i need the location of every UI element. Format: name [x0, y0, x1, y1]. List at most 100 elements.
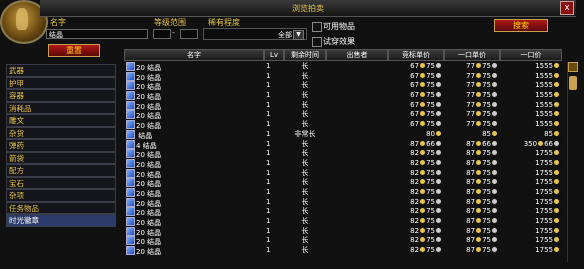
category-item[interactable]: 任务物品: [6, 201, 116, 214]
table-row[interactable]: 20 结晶 1 长 82 75 87 75 1755: [124, 187, 562, 198]
category-item[interactable]: 弹药: [6, 139, 116, 152]
table-row[interactable]: 20 结晶 1 长 82 75 87 75 1755: [124, 178, 562, 188]
table-row[interactable]: 20 结晶 1 长 82 75 87 75 1755: [124, 217, 562, 227]
buyout-each-price: 77 75: [446, 101, 498, 111]
table-row[interactable]: 20 结晶 1 长 67 75 77 75 1555: [124, 91, 562, 101]
silver-coin-icon: [436, 101, 441, 107]
silver-coin-icon: [436, 227, 441, 233]
silver-coin-icon: [554, 140, 559, 146]
name-search-input[interactable]: 结晶: [46, 29, 148, 39]
table-row[interactable]: 20 结晶 1 长 82 75 87 75 1755: [124, 207, 562, 217]
table-row[interactable]: 20 结晶 1 长 82 75 87 75 1755: [124, 168, 562, 179]
category-item[interactable]: 宝石: [6, 176, 116, 189]
buyout-each-price: 87 75: [446, 207, 498, 217]
bid-price: 67 75: [390, 101, 442, 111]
category-item[interactable]: 配方: [6, 164, 116, 177]
table-row[interactable]: 20 结晶 1 长 67 75 77 75 1555: [124, 110, 562, 120]
category-item[interactable]: 杂项: [6, 189, 116, 202]
silver-coin-icon: [436, 82, 441, 88]
chevron-down-icon[interactable]: ▼: [293, 30, 304, 40]
gold-coin-icon: [476, 247, 482, 253]
preview-checkbox[interactable]: [312, 37, 322, 47]
gold-coin-icon: [554, 101, 559, 107]
scrollbar[interactable]: [567, 62, 578, 262]
max-level-input[interactable]: [180, 29, 198, 39]
table-row[interactable]: 20 结晶 1 长 67 75 77 75 1555: [124, 62, 562, 72]
category-item[interactable]: 容器: [6, 89, 116, 102]
table-row[interactable]: 4 结晶 1 长 87 66 87 66 350 66: [124, 139, 562, 150]
col-name[interactable]: 名字: [124, 49, 264, 61]
table-row[interactable]: 20 结晶 1 长 82 75 87 75 1755: [124, 197, 562, 208]
item-level: 1: [266, 81, 271, 90]
col-level[interactable]: Lv: [264, 49, 284, 61]
col-buyout-each[interactable]: 一口单价: [444, 49, 500, 61]
category-item[interactable]: 时光徽章: [6, 214, 116, 227]
buyout-gold: 1555: [535, 100, 553, 109]
each-silver: 75: [482, 207, 491, 216]
table-row[interactable]: 20 结晶 1 长 67 75 77 75 1555: [124, 100, 562, 111]
table-row[interactable]: 20 结晶 1 长 67 75 77 75 1555: [124, 81, 562, 91]
bid-price: 67 75: [390, 62, 442, 72]
buyout-gold: 1755: [535, 197, 553, 206]
table-row[interactable]: 结晶 1 非常长 80 85 85: [124, 129, 562, 140]
item-level: 1: [266, 149, 271, 158]
each-silver: 75: [482, 62, 491, 70]
each-silver: 75: [482, 187, 491, 196]
col-seller[interactable]: 出售者: [326, 49, 388, 61]
item-level: 1: [266, 226, 271, 235]
table-row[interactable]: 20 结晶 1 长 82 75 87 75 1755: [124, 246, 562, 256]
category-item[interactable]: 护甲: [6, 76, 116, 89]
category-item[interactable]: 武器: [6, 64, 116, 77]
category-item[interactable]: 杂货: [6, 126, 116, 139]
gold-coin-icon: [420, 179, 426, 185]
rarity-dropdown[interactable]: 全部 ▼: [203, 28, 307, 40]
col-time-left[interactable]: 剩余时间: [284, 49, 326, 61]
table-row[interactable]: 20 结晶 1 长 82 75 87 75 1755: [124, 158, 562, 169]
buyout-each-price: 77 75: [446, 72, 498, 82]
gem-icon: [126, 207, 135, 217]
silver-coin-icon: [492, 198, 497, 204]
buyout-each-price: 87 75: [446, 188, 498, 198]
gold-coin-icon: [554, 169, 559, 175]
col-buyout[interactable]: 一口价: [500, 49, 562, 61]
bid-price: 82 75: [390, 246, 442, 256]
table-row[interactable]: 20 结晶 1 长 82 75 87 75 1755: [124, 226, 562, 237]
usable-checkbox[interactable]: [312, 22, 322, 32]
scroll-up-button[interactable]: [568, 62, 578, 72]
buyout-price: 1555: [502, 91, 560, 101]
bid-silver: 75: [426, 178, 435, 187]
table-row[interactable]: 20 结晶 1 长 67 75 77 75 1555: [124, 71, 562, 82]
item-level: 1: [266, 71, 271, 80]
category-item[interactable]: 箭袋: [6, 151, 116, 164]
each-silver: 75: [482, 197, 491, 206]
item-level: 1: [266, 139, 271, 148]
each-gold: 77: [466, 62, 476, 70]
search-button[interactable]: 搜索: [494, 19, 548, 32]
close-button[interactable]: x: [560, 1, 574, 15]
table-row[interactable]: 20 结晶 1 长 82 75 87 75 1755: [124, 149, 562, 159]
col-bid[interactable]: 竞标单价: [388, 49, 444, 61]
buyout-gold: 1555: [535, 81, 553, 90]
reset-button[interactable]: 重置: [48, 44, 100, 57]
time-left: 长: [301, 120, 309, 129]
table-row[interactable]: 20 结晶 1 长 82 75 87 75 1755: [124, 236, 562, 246]
time-left: 长: [301, 81, 309, 90]
bid-gold: 67: [410, 110, 420, 119]
gem-icon: [126, 217, 135, 226]
table-row[interactable]: 20 结晶 1 长 67 75 77 75 1555: [124, 120, 562, 130]
buyout-each-price: 87 75: [446, 159, 498, 169]
category-item[interactable]: 雕文: [6, 114, 116, 127]
gold-coin-icon: [420, 121, 426, 127]
bid-gold: 82: [410, 217, 420, 225]
buyout-gold: 1555: [535, 62, 553, 70]
scroll-thumb[interactable]: [569, 76, 577, 90]
gem-icon: [126, 197, 135, 207]
gold-coin-icon: [554, 227, 559, 233]
auction-table: 20 结晶 1 长 67 75 77 75 1555 20 结晶 1 长 67 75 77 75 1555 20…: [124, 62, 562, 256]
min-level-input[interactable]: [153, 29, 171, 39]
gem-icon: [126, 246, 135, 256]
category-item[interactable]: 消耗品: [6, 101, 116, 114]
item-name-cell: 20 结晶: [126, 246, 161, 258]
gold-coin-icon: [476, 159, 482, 165]
buyout-each-price: 87 75: [446, 246, 498, 256]
